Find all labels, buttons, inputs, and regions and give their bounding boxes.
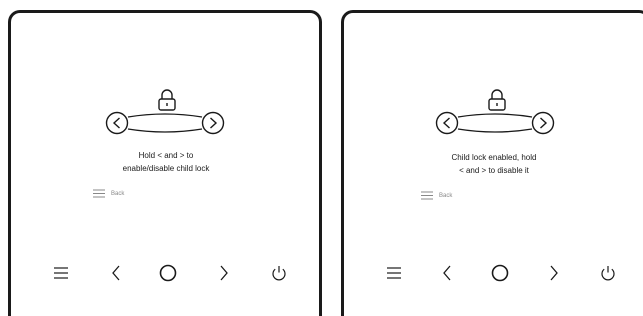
chevron-left-icon (443, 265, 451, 281)
menu-small-icon (93, 189, 105, 198)
chevron-left-circle-icon (105, 111, 129, 135)
child-lock-screen-setup: Hold < and > to enable/disable child loc… (8, 10, 322, 316)
left-button[interactable] (102, 259, 130, 287)
instruction-line-2: enable/disable child lock (122, 164, 210, 173)
home-circle-icon (159, 264, 177, 282)
right-button[interactable] (210, 259, 238, 287)
right-button[interactable] (540, 259, 568, 287)
power-button[interactable] (265, 259, 293, 287)
instruction-line-1: Child lock enabled, hold (451, 153, 537, 162)
menu-icon (387, 267, 401, 279)
menu-button[interactable] (47, 259, 75, 287)
power-icon (601, 266, 615, 281)
menu-small-icon (421, 191, 433, 200)
menu-icon (54, 267, 68, 279)
back-label: Back (111, 190, 125, 197)
hold-arrows-graphic (435, 111, 555, 135)
instruction-line-2: < and > to disable it (459, 166, 529, 175)
device-screens: Hold < and > to enable/disable child loc… (0, 0, 643, 316)
chevron-right-icon (220, 265, 228, 281)
nav-bar (11, 259, 319, 287)
power-icon (272, 266, 286, 281)
hold-arrows-graphic (105, 111, 225, 135)
home-circle-icon (491, 264, 509, 282)
nav-bar (344, 259, 643, 287)
back-button[interactable]: Back (93, 189, 124, 198)
chevron-right-circle-icon (531, 111, 555, 135)
chevron-left-circle-icon (435, 111, 459, 135)
home-button[interactable] (154, 259, 182, 287)
child-lock-screen-enabled: Child lock enabled, hold < and > to disa… (341, 10, 643, 316)
home-button[interactable] (486, 259, 514, 287)
chevron-left-icon (112, 265, 120, 281)
instruction-line-1: Hold < and > to (138, 151, 194, 160)
back-label: Back (439, 192, 453, 199)
left-button[interactable] (433, 259, 461, 287)
back-button[interactable]: Back (421, 191, 452, 200)
chevron-right-icon (550, 265, 558, 281)
chevron-right-circle-icon (201, 111, 225, 135)
power-button[interactable] (594, 259, 622, 287)
child-lock-instruction: Child lock enabled, hold < and > to disa… (394, 151, 594, 177)
menu-button[interactable] (380, 259, 408, 287)
child-lock-instruction: Hold < and > to enable/disable child loc… (71, 149, 261, 175)
